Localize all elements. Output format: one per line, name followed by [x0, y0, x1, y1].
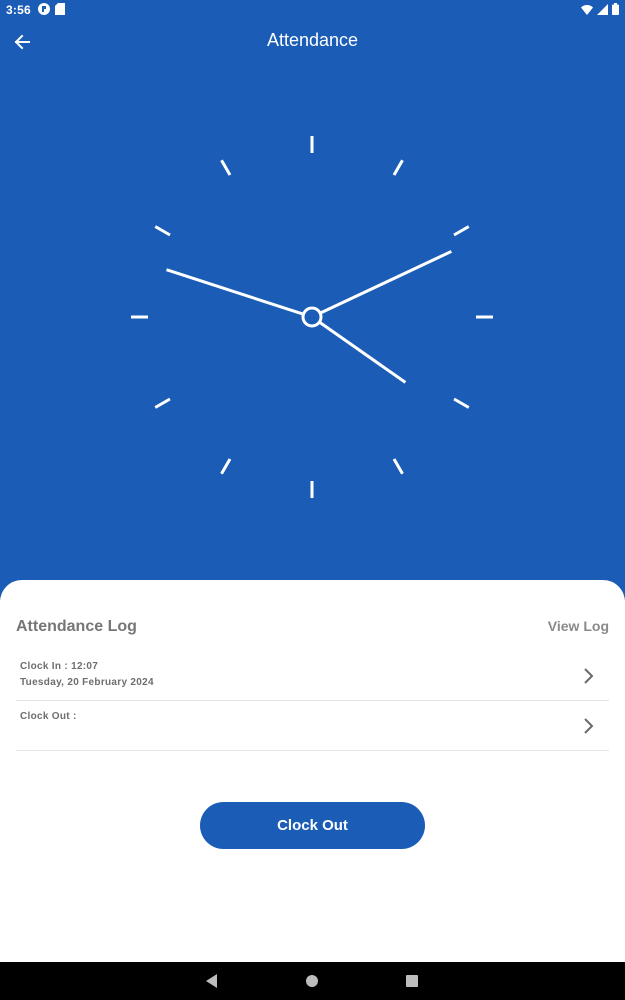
clock-tick-8 [154, 397, 171, 409]
clock-tick-5 [392, 458, 404, 475]
wifi-icon [581, 4, 593, 15]
attendance-log-title: Attendance Log [16, 618, 137, 635]
clock-in-date: Tuesday, 20 February 2024 [20, 677, 154, 688]
clock-tick-10 [154, 225, 171, 237]
chevron-right-icon [584, 668, 594, 684]
clock-tick-1 [392, 159, 404, 176]
clock-out-label: Clock Out : [20, 711, 77, 722]
log-header: Attendance Log View Log [16, 618, 609, 638]
clock-tick-4 [453, 397, 470, 409]
attendance-log-sheet: Attendance Log View Log Clock In : 12:07… [0, 580, 625, 962]
battery-icon [612, 3, 619, 15]
page-title: Attendance [266, 30, 359, 50]
clock-center-pivot [301, 306, 323, 328]
clock-tick-7 [220, 458, 232, 475]
nav-back-button[interactable] [202, 971, 222, 991]
clock-out-button[interactable]: Clock Out [200, 802, 425, 849]
home-circle-icon [306, 975, 318, 987]
status-time: 3:56 [6, 3, 31, 17]
view-log-link[interactable]: View Log [548, 618, 609, 634]
clock-header-area: 3:56 Attendance [0, 0, 625, 600]
sd-card-icon [55, 3, 65, 15]
status-bar: 3:56 [0, 0, 625, 20]
app-bar: Attendance [0, 20, 625, 62]
hour-hand [318, 320, 407, 384]
system-nav-bar [0, 962, 625, 1000]
clock-tick-11 [220, 159, 232, 176]
minute-hand [319, 250, 452, 315]
clock-out-row[interactable]: Clock Out : [16, 701, 609, 751]
analog-clock [131, 136, 493, 498]
nav-recents-button[interactable] [402, 971, 422, 991]
clock-tick-2 [453, 225, 470, 237]
chevron-right-icon [584, 718, 594, 734]
clock-in-label: Clock In : 12:07 [20, 661, 99, 672]
app-notification-icon [38, 3, 50, 15]
recents-square-icon [406, 975, 418, 987]
second-hand [166, 268, 304, 316]
clock-in-row[interactable]: Clock In : 12:07 Tuesday, 20 February 20… [16, 651, 609, 701]
signal-icon [597, 3, 608, 15]
nav-home-button[interactable] [302, 971, 322, 991]
back-triangle-icon [206, 974, 217, 988]
